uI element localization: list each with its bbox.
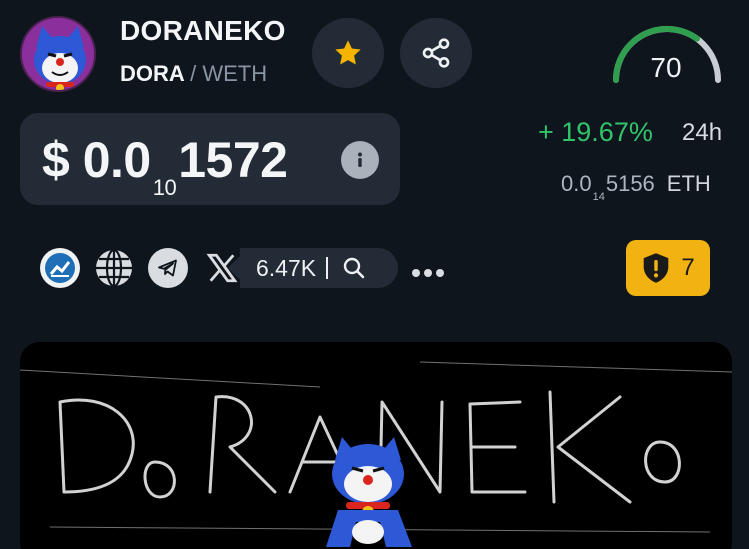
currency-symbol: $	[42, 132, 70, 188]
website-link[interactable]	[94, 248, 134, 288]
token-symbol: DORA	[120, 61, 184, 86]
token-avatar	[20, 16, 96, 92]
token-name: DORANEKO	[120, 15, 286, 46]
doraneko-cat-image	[22, 18, 94, 90]
eth-unit: ETH	[666, 171, 711, 196]
token-banner	[20, 342, 732, 549]
eth-price-digits: 5156	[605, 171, 655, 196]
trading-pair: DORA / WETH	[120, 61, 267, 87]
chart-icon	[45, 253, 75, 283]
more-button[interactable]	[410, 255, 446, 286]
price-zero-count: 10	[152, 175, 177, 200]
eth-price-zero-count: 14	[592, 191, 605, 203]
price-change-period: 24h	[682, 119, 723, 146]
search-icon[interactable]	[342, 256, 366, 280]
follower-count: 6.47K	[256, 254, 317, 281]
usd-price: $ 0.0101572	[42, 131, 288, 200]
price-info-button[interactable]	[341, 141, 379, 179]
telegram-link[interactable]	[148, 248, 188, 288]
share-button[interactable]	[400, 18, 472, 88]
info-icon	[358, 152, 362, 167]
globe-icon	[96, 248, 132, 288]
dex-link[interactable]	[40, 248, 80, 288]
doraneko-banner-image	[20, 342, 732, 549]
pill-divider	[326, 257, 329, 279]
eth-price: 0.0145156 ETH	[561, 171, 711, 203]
pair-separator: /	[190, 61, 197, 86]
favorite-button[interactable]	[312, 18, 384, 88]
share-icon	[422, 38, 450, 68]
price-change-percent: + 19.67%	[538, 117, 653, 147]
quote-symbol: WETH	[202, 61, 268, 86]
price-prefix: 0.0	[82, 132, 152, 188]
eth-price-prefix: 0.0	[561, 171, 592, 196]
x-followers-pill[interactable]: 6.47K	[228, 248, 398, 288]
security-audit-badge[interactable]: 7	[626, 240, 710, 296]
star-icon	[335, 40, 361, 65]
telegram-icon	[158, 259, 177, 277]
price-digits: 1572	[178, 132, 288, 188]
more-icon	[412, 269, 444, 277]
shield-alert-icon	[644, 253, 669, 283]
score-value: 70	[650, 52, 682, 83]
audit-count: 7	[681, 254, 695, 281]
